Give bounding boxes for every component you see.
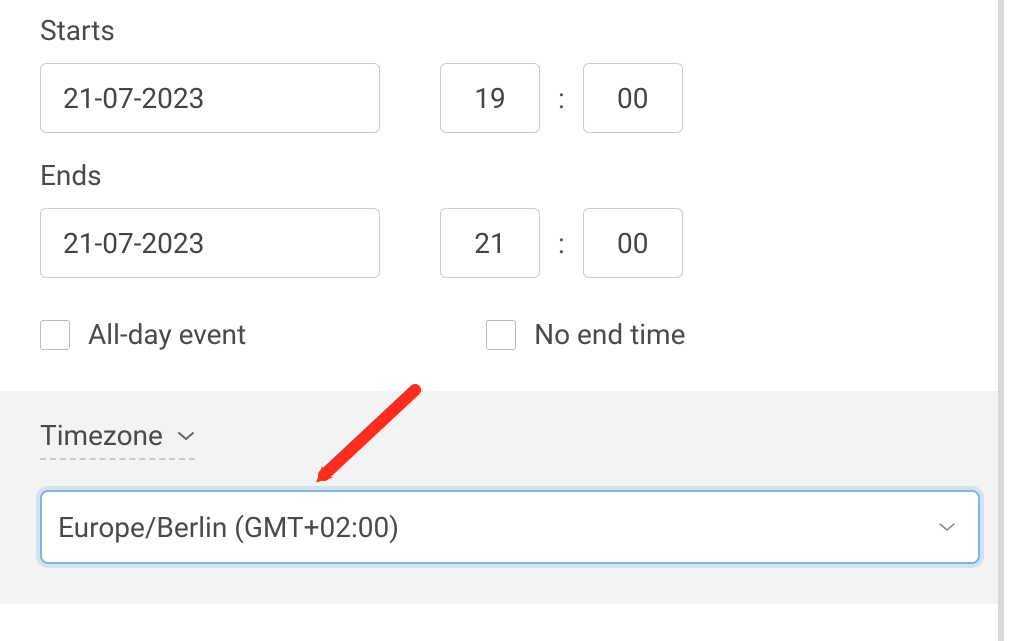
ends-row: : bbox=[40, 208, 958, 278]
starts-row: : bbox=[40, 63, 958, 133]
all-day-label: All-day event bbox=[88, 318, 246, 351]
starts-label: Starts bbox=[40, 14, 958, 47]
starts-group: Starts : bbox=[40, 14, 958, 133]
ends-hour-input[interactable] bbox=[440, 208, 540, 278]
datetime-section: Starts : Ends : All-day event bbox=[0, 0, 998, 391]
timezone-selected-value: Europe/Berlin (GMT+02:00) bbox=[58, 511, 399, 544]
time-separator: : bbox=[550, 82, 573, 115]
timezone-section: Timezone Europe/Berlin (GMT+02:00) bbox=[0, 391, 998, 604]
chevron-down-icon bbox=[177, 430, 195, 442]
no-end-time-checkbox[interactable] bbox=[486, 320, 516, 350]
timezone-header-label: Timezone bbox=[40, 419, 163, 452]
all-day-checkbox-group[interactable]: All-day event bbox=[40, 318, 246, 351]
options-row: All-day event No end time bbox=[40, 318, 958, 351]
no-end-time-checkbox-group[interactable]: No end time bbox=[486, 318, 685, 351]
event-datetime-panel: Starts : Ends : All-day event bbox=[0, 0, 1004, 641]
starts-date-input[interactable] bbox=[40, 63, 380, 133]
starts-minute-input[interactable] bbox=[583, 63, 683, 133]
ends-group: Ends : bbox=[40, 159, 958, 278]
chevron-down-icon bbox=[938, 521, 956, 533]
no-end-time-label: No end time bbox=[534, 318, 685, 351]
ends-label: Ends bbox=[40, 159, 958, 192]
timezone-header[interactable]: Timezone bbox=[40, 419, 195, 460]
ends-date-input[interactable] bbox=[40, 208, 380, 278]
time-separator: : bbox=[550, 227, 573, 260]
starts-hour-input[interactable] bbox=[440, 63, 540, 133]
all-day-checkbox[interactable] bbox=[40, 320, 70, 350]
timezone-select[interactable]: Europe/Berlin (GMT+02:00) bbox=[40, 490, 980, 564]
ends-minute-input[interactable] bbox=[583, 208, 683, 278]
